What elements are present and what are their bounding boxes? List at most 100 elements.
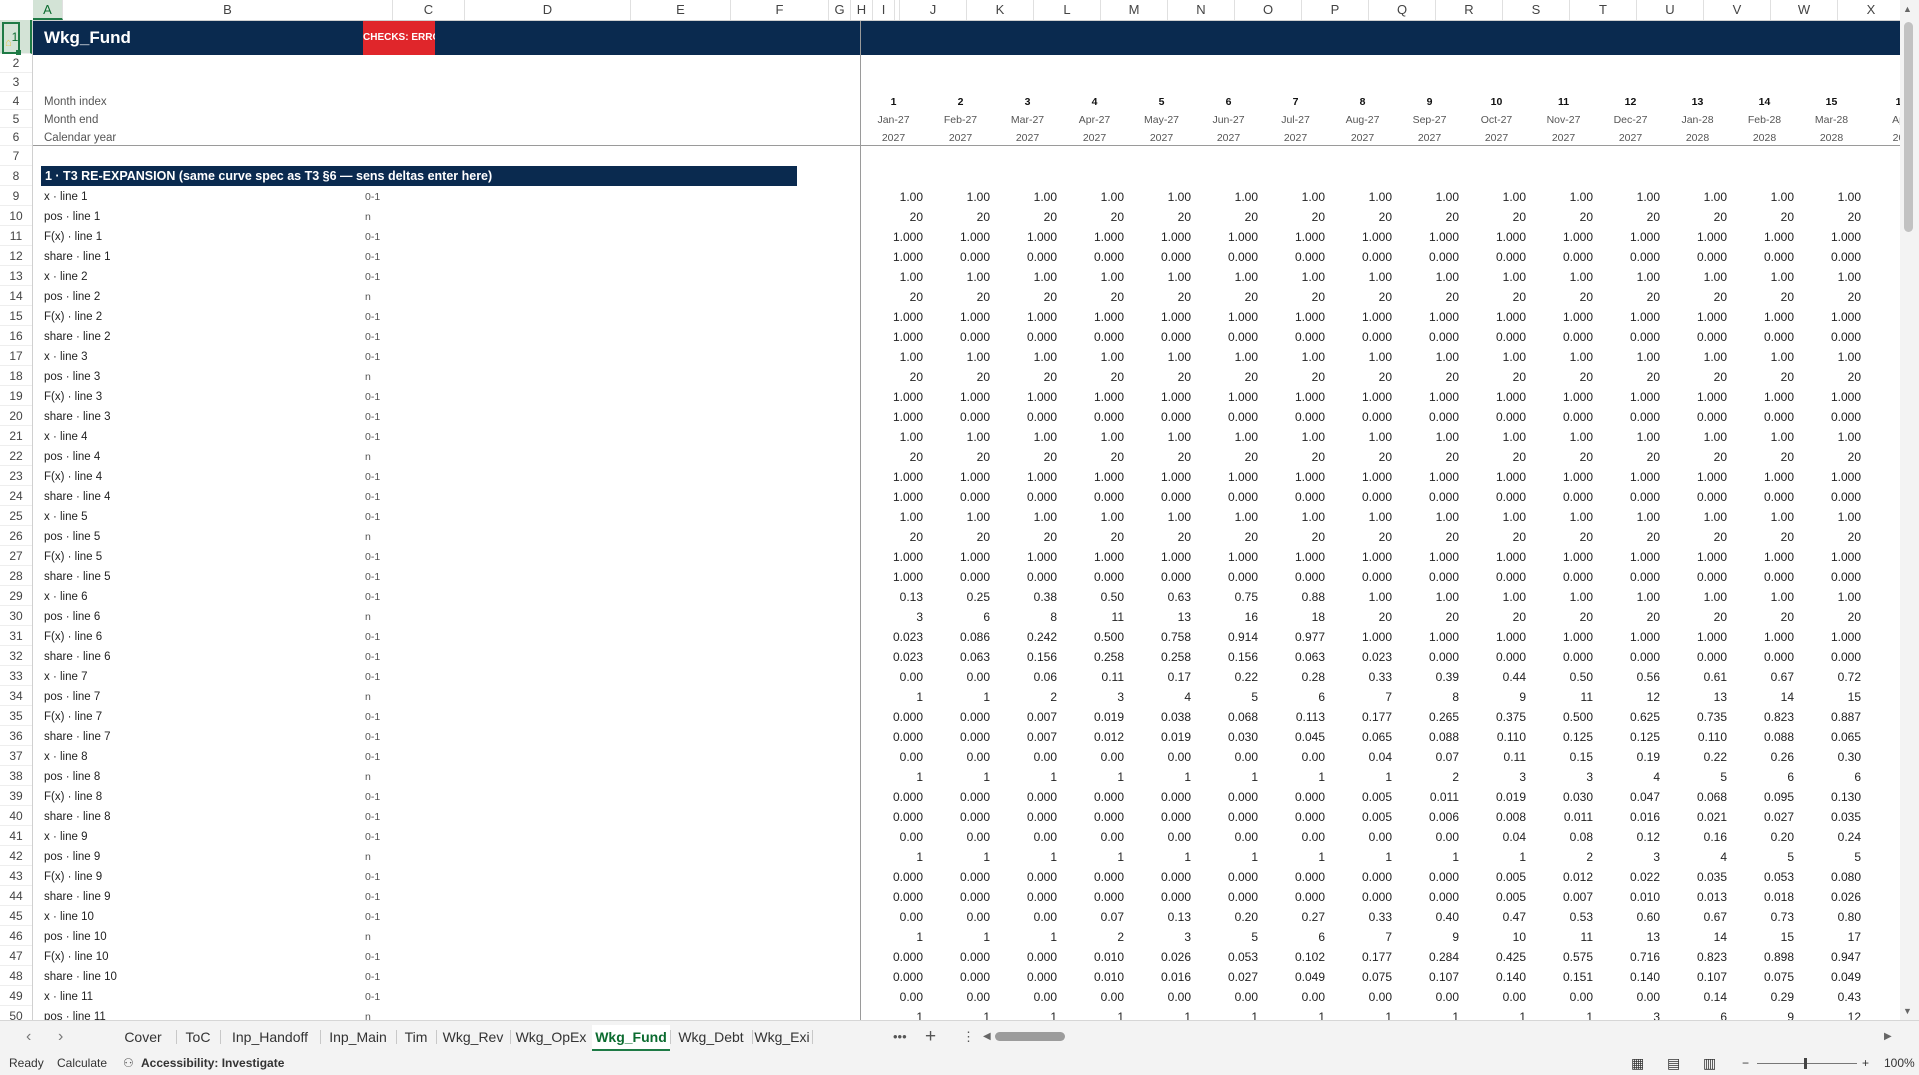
- value-cell[interactable]: 20: [1262, 447, 1329, 467]
- value-cell[interactable]: 1.000: [1731, 307, 1798, 327]
- value-cell[interactable]: 20: [1061, 367, 1128, 387]
- value-cell[interactable]: 1: [1061, 767, 1128, 787]
- value-cell[interactable]: 1: [1061, 1007, 1128, 1020]
- value-cell[interactable]: 0.000: [1061, 887, 1128, 907]
- row-header[interactable]: 31: [0, 626, 32, 646]
- value-cell[interactable]: 1.00: [1463, 187, 1530, 207]
- value-cell[interactable]: 0.000: [1530, 567, 1597, 587]
- row-header[interactable]: 2: [0, 54, 32, 73]
- value-cell[interactable]: 0.068: [1195, 707, 1262, 727]
- value-cell[interactable]: 1.000: [860, 547, 927, 567]
- value-cell[interactable]: 2: [1061, 927, 1128, 947]
- value-cell[interactable]: 0.026: [1128, 947, 1195, 967]
- value-cell[interactable]: 0.000: [927, 567, 994, 587]
- row-header[interactable]: 18: [0, 366, 32, 386]
- value-cell[interactable]: 1.00: [1731, 347, 1798, 367]
- value-cell[interactable]: 1.000: [994, 387, 1061, 407]
- value-cell[interactable]: 20: [1731, 607, 1798, 627]
- value-cell[interactable]: 1.000: [1798, 547, 1865, 567]
- value-cell[interactable]: 1.000: [860, 567, 927, 587]
- value-cell[interactable]: 1.000: [1061, 547, 1128, 567]
- value-cell[interactable]: 0.38: [994, 587, 1061, 607]
- value-cell[interactable]: 0.00: [927, 747, 994, 767]
- value-cell[interactable]: 1.00: [994, 507, 1061, 527]
- sheet-grid[interactable]: Wkg_Fund CHECKS: ERROR Month index123456…: [33, 21, 1900, 1020]
- value-cell[interactable]: 1.000: [1664, 547, 1731, 567]
- value-cell[interactable]: 6: [1262, 927, 1329, 947]
- value-cell[interactable]: 1: [927, 1007, 994, 1020]
- value-cell[interactable]: 20: [1798, 367, 1865, 387]
- value-cell[interactable]: 0.000: [927, 867, 994, 887]
- sheet-tab[interactable]: Wkg_Exi: [752, 1025, 812, 1049]
- value-cell[interactable]: 0.000: [1597, 567, 1664, 587]
- value-cell[interactable]: 20: [1128, 447, 1195, 467]
- value-cell[interactable]: 0.102: [1262, 947, 1329, 967]
- value-cell[interactable]: 1.000: [1597, 387, 1664, 407]
- value-cell[interactable]: 0.19: [1597, 747, 1664, 767]
- value-cell[interactable]: 1.00: [1530, 587, 1597, 607]
- value-cell[interactable]: 1.00: [1262, 267, 1329, 287]
- value-cell[interactable]: 1.000: [927, 227, 994, 247]
- value-cell[interactable]: 1.00: [1396, 187, 1463, 207]
- value-cell[interactable]: 0.005: [1463, 887, 1530, 907]
- value-cell[interactable]: 1.00: [927, 507, 994, 527]
- value-cell[interactable]: 0.035: [1798, 807, 1865, 827]
- value-cell[interactable]: 0.00: [1195, 747, 1262, 767]
- value-cell[interactable]: 1.000: [1664, 627, 1731, 647]
- value-cell[interactable]: 0.000: [994, 487, 1061, 507]
- value-cell[interactable]: 1.00: [1597, 187, 1664, 207]
- value-cell[interactable]: 1.00: [1597, 587, 1664, 607]
- row-header[interactable]: 32: [0, 646, 32, 666]
- value-cell[interactable]: 20: [1262, 207, 1329, 227]
- value-cell[interactable]: 0.000: [1798, 407, 1865, 427]
- value-cell[interactable]: 0.07: [1396, 747, 1463, 767]
- value-cell[interactable]: 0.007: [1530, 887, 1597, 907]
- value-cell[interactable]: 20: [1128, 207, 1195, 227]
- value-cell[interactable]: 1.000: [1597, 627, 1664, 647]
- value-cell[interactable]: 0.000: [860, 887, 927, 907]
- value-cell[interactable]: 20: [1530, 207, 1597, 227]
- value-cell[interactable]: 1.00: [1329, 507, 1396, 527]
- value-cell[interactable]: 1: [1128, 847, 1195, 867]
- value-cell[interactable]: 20: [1530, 607, 1597, 627]
- value-cell[interactable]: 0.22: [1664, 747, 1731, 767]
- column-header-bar[interactable]: ABCDEFGHIJKLMNOPQRSTUVWX: [0, 0, 1905, 21]
- value-cell[interactable]: 1: [1262, 847, 1329, 867]
- value-cell[interactable]: 1.00: [1195, 187, 1262, 207]
- value-cell[interactable]: 0.00: [994, 747, 1061, 767]
- value-cell[interactable]: 0.50: [1530, 667, 1597, 687]
- value-cell[interactable]: 0.088: [1396, 727, 1463, 747]
- value-cell[interactable]: 1.00: [927, 427, 994, 447]
- value-cell[interactable]: 20: [1128, 367, 1195, 387]
- horizontal-scroll-thumb[interactable]: [995, 1032, 1065, 1041]
- value-cell[interactable]: 1.000: [1195, 387, 1262, 407]
- column-header[interactable]: D: [465, 0, 631, 20]
- value-cell[interactable]: 0.00: [994, 987, 1061, 1007]
- value-cell[interactable]: 20: [860, 207, 927, 227]
- value-cell[interactable]: 0.022: [1597, 867, 1664, 887]
- value-cell[interactable]: 0.049: [1262, 967, 1329, 987]
- value-cell[interactable]: 1.00: [1664, 507, 1731, 527]
- value-cell[interactable]: 1.000: [1396, 627, 1463, 647]
- column-header[interactable]: M: [1101, 0, 1168, 20]
- value-cell[interactable]: 1.000: [1061, 387, 1128, 407]
- row-header[interactable]: 45: [0, 906, 32, 926]
- value-cell[interactable]: 0.000: [994, 887, 1061, 907]
- value-cell[interactable]: 0.000: [994, 967, 1061, 987]
- value-cell[interactable]: 1.00: [1128, 267, 1195, 287]
- value-cell[interactable]: 0.07: [1061, 907, 1128, 927]
- value-cell[interactable]: 1.000: [1329, 467, 1396, 487]
- value-cell[interactable]: 4: [1664, 847, 1731, 867]
- value-cell[interactable]: 20: [1061, 527, 1128, 547]
- value-cell[interactable]: 20: [1664, 607, 1731, 627]
- value-cell[interactable]: 0.000: [927, 407, 994, 427]
- row-header[interactable]: 19: [0, 386, 32, 406]
- value-cell[interactable]: 13: [1664, 687, 1731, 707]
- value-cell[interactable]: 0.000: [1195, 887, 1262, 907]
- value-cell[interactable]: 0.00: [1396, 827, 1463, 847]
- value-cell[interactable]: 5: [1798, 847, 1865, 867]
- value-cell[interactable]: 0.53: [1530, 907, 1597, 927]
- value-cell[interactable]: 0.125: [1530, 727, 1597, 747]
- zoom-out-icon[interactable]: −: [1742, 1052, 1749, 1075]
- value-cell[interactable]: 0.000: [1463, 247, 1530, 267]
